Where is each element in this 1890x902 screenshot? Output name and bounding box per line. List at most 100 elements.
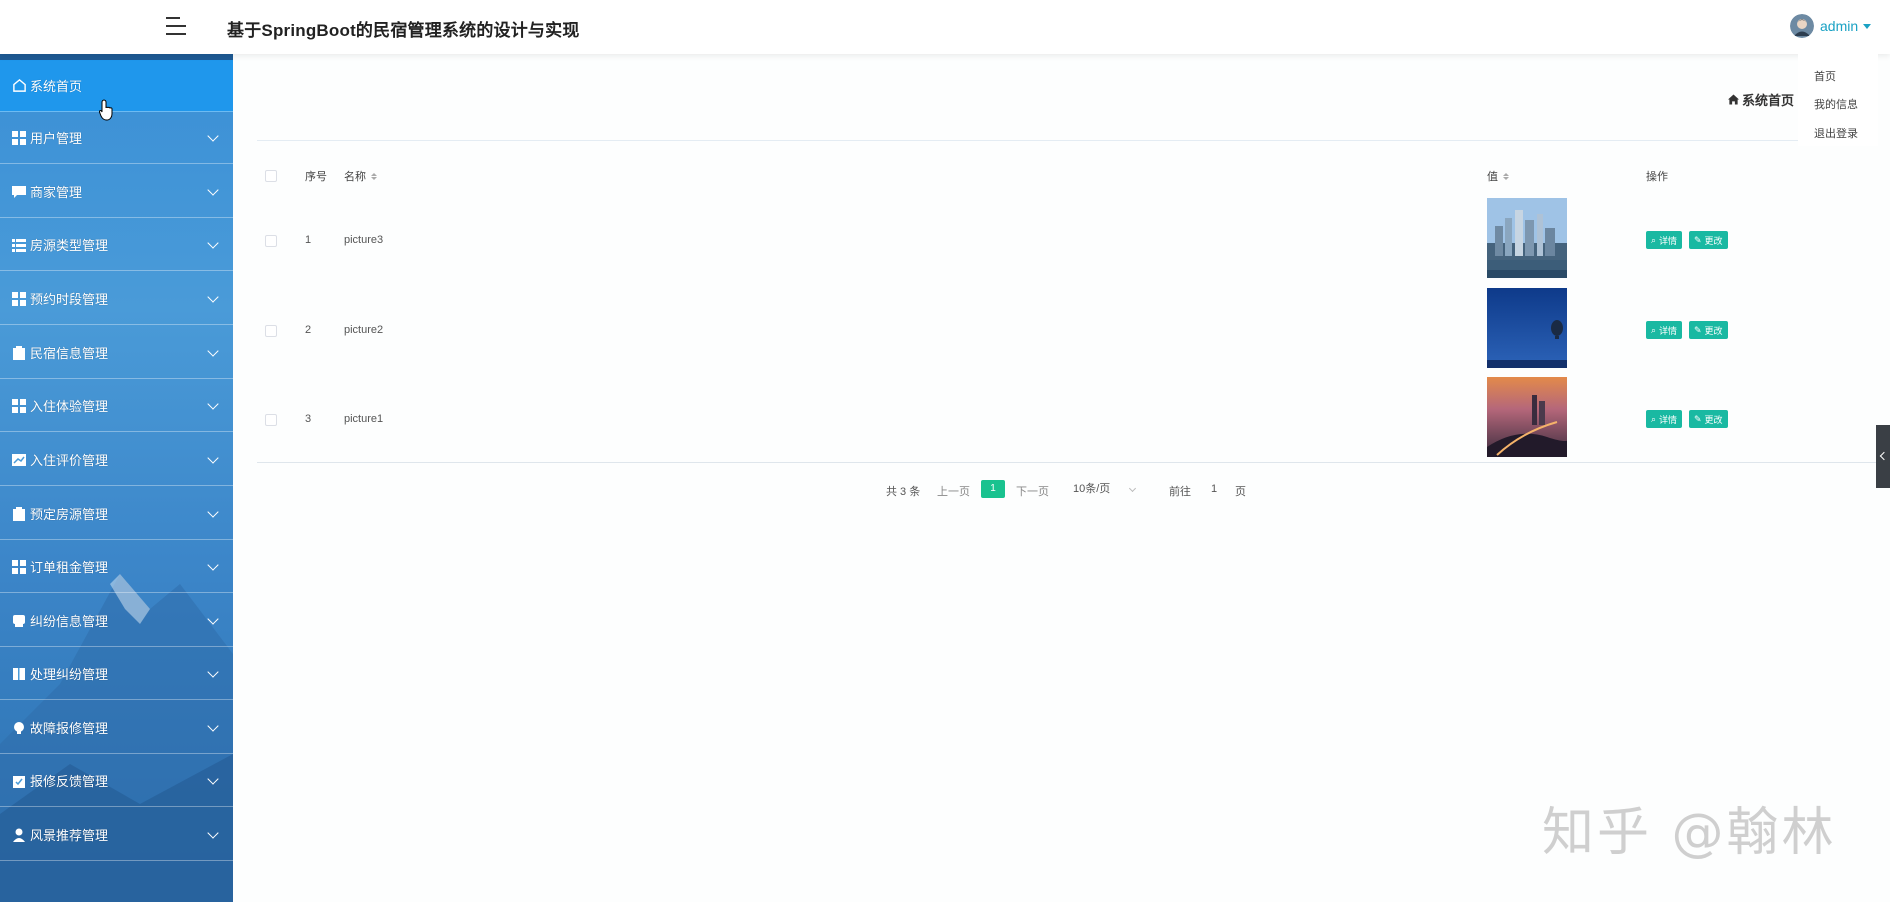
data-table: 序号 名称 值 操作 1 picture3 ⌕ 详情 ✎ 更改 2 picture2 bbox=[257, 150, 1877, 463]
button-label: 详情 bbox=[1659, 325, 1678, 336]
sidebar-item-homestay-info[interactable]: 民宿信息管理 bbox=[0, 327, 233, 379]
table-row: 1 picture3 ⌕ 详情 ✎ 更改 bbox=[257, 195, 1877, 285]
sidebar: 系统首页 用户管理 商家管理 房源类型管理 预约时段管理 民宿信息管理 入住体验… bbox=[0, 54, 233, 902]
button-label: 详情 bbox=[1659, 235, 1678, 246]
bulb-icon bbox=[11, 720, 27, 736]
sidebar-item-label: 入住评价管理 bbox=[30, 453, 109, 468]
side-panel-toggle[interactable] bbox=[1876, 425, 1890, 488]
user-name: admin bbox=[1820, 18, 1859, 34]
chevron-down-icon bbox=[207, 506, 219, 518]
sidebar-item-rent-orders[interactable]: 订单租金管理 bbox=[0, 541, 233, 593]
prev-page-button[interactable]: 上一页 bbox=[937, 483, 970, 499]
chevron-down-icon bbox=[207, 184, 219, 196]
chevron-down-icon bbox=[207, 291, 219, 303]
pagination: 共 3 条 上一页 1 下一页 10条/页 前往 1 页 bbox=[0, 480, 1890, 500]
watermark: 知乎 @翰林 bbox=[1542, 803, 1837, 863]
goto-prefix: 前往 bbox=[1169, 486, 1191, 498]
row-name: picture3 bbox=[344, 234, 384, 246]
header-label: 序号 bbox=[305, 171, 327, 183]
chevron-down-icon bbox=[207, 237, 219, 249]
menu-item-logout[interactable]: 退出登录 bbox=[1814, 125, 1858, 141]
chevron-down-icon bbox=[207, 666, 219, 678]
sidebar-item-reservation-slots[interactable]: 预约时段管理 bbox=[0, 273, 233, 325]
row-index: 1 bbox=[305, 234, 312, 246]
row-thumbnail-river-sunset[interactable] bbox=[1487, 377, 1567, 457]
sidebar-item-label: 用户管理 bbox=[30, 131, 83, 146]
button-label: 更改 bbox=[1704, 414, 1723, 425]
chevron-down-icon bbox=[207, 613, 219, 625]
edit-button[interactable]: ✎ 更改 bbox=[1689, 231, 1728, 249]
search-icon: ⌕ bbox=[1651, 413, 1657, 424]
chevron-down-icon bbox=[207, 827, 219, 839]
grid-icon bbox=[11, 559, 27, 575]
goto-suffix: 页 bbox=[1235, 486, 1246, 498]
page-number-button[interactable]: 1 bbox=[981, 480, 1005, 498]
sidebar-item-room-types[interactable]: 房源类型管理 bbox=[0, 219, 233, 271]
sidebar-item-label: 故障报修管理 bbox=[30, 721, 109, 736]
sidebar-item-label: 预定房源管理 bbox=[30, 507, 109, 522]
detail-button[interactable]: ⌕ 详情 bbox=[1646, 231, 1683, 249]
goto-page-input[interactable]: 1 bbox=[1205, 480, 1223, 498]
sidebar-item-stay-experience[interactable]: 入住体验管理 bbox=[0, 380, 233, 432]
menu-item-home[interactable]: 首页 bbox=[1814, 68, 1836, 84]
page-size-value: 10条/页 bbox=[1073, 483, 1111, 495]
sidebar-item-handle-disputes[interactable]: 处理纠纷管理 bbox=[0, 648, 233, 700]
edit-button[interactable]: ✎ 更改 bbox=[1689, 410, 1728, 428]
sidebar-item-repairs[interactable]: 故障报修管理 bbox=[0, 702, 233, 754]
header-label: 名称 bbox=[344, 171, 366, 183]
select-all-checkbox[interactable] bbox=[265, 170, 277, 182]
table-row: 3 picture1 ⌕ 详情 ✎ 更改 bbox=[257, 374, 1877, 464]
row-thumbnail-city-skyline[interactable] bbox=[1487, 198, 1567, 278]
next-page-button[interactable]: 下一页 bbox=[1016, 483, 1049, 499]
sidebar-item-merchants[interactable]: 商家管理 bbox=[0, 166, 233, 218]
chevron-down-icon bbox=[207, 452, 219, 464]
book-icon bbox=[11, 666, 27, 682]
edit-button[interactable]: ✎ 更改 bbox=[1689, 321, 1728, 339]
app-title: 基于SpringBoot的民宿管理系统的设计与实现 bbox=[227, 21, 580, 40]
grid-icon bbox=[11, 398, 27, 414]
user-menu-trigger[interactable]: admin bbox=[1790, 13, 1872, 39]
button-label: 更改 bbox=[1704, 235, 1723, 246]
grid-icon bbox=[11, 291, 27, 307]
sort-icon[interactable] bbox=[371, 172, 377, 180]
clipboard-icon bbox=[11, 345, 27, 361]
caret-down-icon bbox=[1863, 23, 1872, 29]
sidebar-item-disputes[interactable]: 纠纷信息管理 bbox=[0, 595, 233, 647]
chat-icon bbox=[11, 184, 27, 200]
chevron-down-icon bbox=[207, 345, 219, 357]
button-label: 详情 bbox=[1659, 414, 1678, 425]
column-header-value[interactable]: 值 bbox=[1487, 168, 1509, 184]
row-thumbnail-night-sky-balloon[interactable] bbox=[1487, 288, 1567, 368]
column-header-name[interactable]: 名称 bbox=[344, 168, 377, 184]
column-header-actions: 操作 bbox=[1646, 168, 1668, 184]
grid-icon bbox=[11, 130, 27, 146]
chart-icon bbox=[11, 452, 27, 468]
detail-button[interactable]: ⌕ 详情 bbox=[1646, 321, 1683, 339]
search-icon: ⌕ bbox=[1651, 234, 1657, 245]
user-icon bbox=[11, 827, 27, 843]
sidebar-item-scenery[interactable]: 风景推荐管理 bbox=[0, 809, 233, 861]
row-index: 2 bbox=[305, 324, 312, 336]
menu-toggle-icon[interactable] bbox=[166, 15, 188, 37]
detail-button[interactable]: ⌕ 详情 bbox=[1646, 410, 1683, 428]
sidebar-item-repair-feedback[interactable]: 报修反馈管理 bbox=[0, 755, 233, 807]
table-row: 2 picture2 ⌕ 详情 ✎ 更改 bbox=[257, 285, 1877, 375]
sidebar-item-label: 报修反馈管理 bbox=[30, 774, 109, 789]
home-icon bbox=[1728, 94, 1739, 105]
sort-icon[interactable] bbox=[1503, 172, 1509, 180]
sidebar-item-label: 商家管理 bbox=[30, 185, 83, 200]
menu-item-my-info[interactable]: 我的信息 bbox=[1814, 96, 1858, 112]
sidebar-item-reviews[interactable]: 入住评价管理 bbox=[0, 434, 233, 486]
sidebar-item-label: 处理纠纷管理 bbox=[30, 667, 109, 682]
page-size-select[interactable]: 10条/页 bbox=[1073, 480, 1137, 498]
sidebar-item-label: 订单租金管理 bbox=[30, 560, 109, 575]
sidebar-item-label: 民宿信息管理 bbox=[30, 346, 109, 361]
user-dropdown-menu: 首页 我的信息 退出登录 bbox=[1798, 54, 1878, 146]
breadcrumb-label[interactable]: 系统首页 bbox=[1742, 90, 1794, 109]
row-checkbox[interactable] bbox=[265, 414, 277, 426]
row-checkbox[interactable] bbox=[265, 325, 277, 337]
sidebar-item-label: 入住体验管理 bbox=[30, 399, 109, 414]
row-checkbox[interactable] bbox=[265, 235, 277, 247]
pencil-icon: ✎ bbox=[1694, 234, 1702, 245]
button-label: 更改 bbox=[1704, 325, 1723, 336]
